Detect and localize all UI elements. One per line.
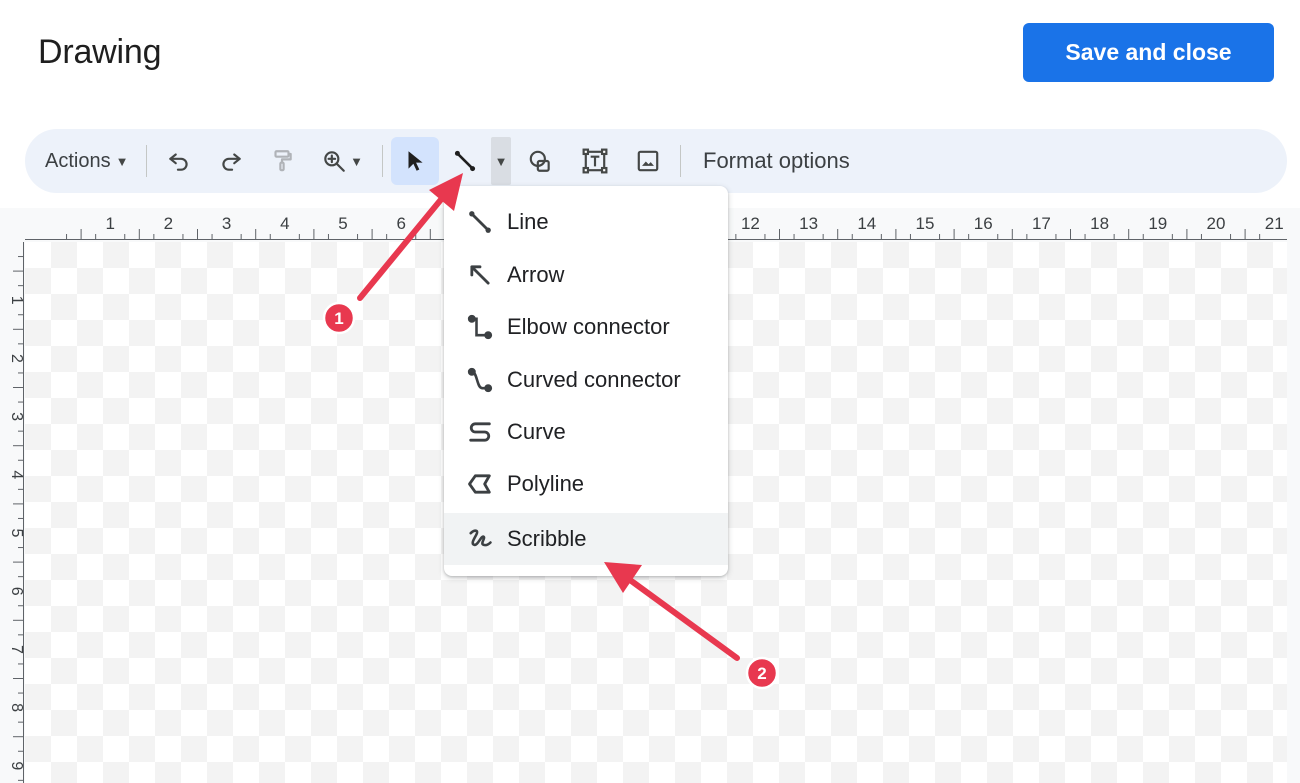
- toolbar-divider: [382, 145, 383, 177]
- chevron-down-icon: ▼: [350, 153, 363, 169]
- save-and-close-button[interactable]: Save and close: [1023, 23, 1274, 82]
- chevron-down-icon: ▼: [115, 153, 129, 169]
- elbow-connector-icon: [466, 313, 494, 341]
- toolbar-divider: [680, 145, 681, 177]
- ruler-label: 3: [222, 214, 231, 233]
- undo-button[interactable]: [159, 141, 199, 181]
- ruler-label: 2: [8, 354, 25, 363]
- line-type-menu: Line Arrow Elbow connector Curved connec…: [444, 186, 728, 576]
- ruler-label: 8: [8, 703, 25, 712]
- paint-format-button[interactable]: [262, 141, 302, 181]
- redo-button[interactable]: [211, 141, 251, 181]
- menu-item-curve[interactable]: Curve: [444, 406, 728, 458]
- menu-item-label: Elbow connector: [507, 314, 670, 339]
- image-tool-button[interactable]: [628, 141, 668, 181]
- menu-item-label: Polyline: [507, 471, 585, 496]
- ruler-label: 18: [1090, 214, 1109, 233]
- ruler-label: 12: [741, 214, 760, 233]
- menu-item-polyline[interactable]: Polyline: [444, 458, 728, 510]
- shape-tool-button[interactable]: [520, 141, 560, 181]
- zoom-in-icon: [324, 151, 345, 172]
- ruler-label: 20: [1207, 214, 1226, 233]
- toolbar-divider: [146, 145, 147, 177]
- text-box-icon: [582, 148, 608, 174]
- ruler-label: 19: [1148, 214, 1167, 233]
- ruler-label: 17: [1032, 214, 1051, 233]
- menu-item-label: Curve: [507, 419, 566, 444]
- ruler-label: 1: [8, 296, 25, 305]
- actions-label: Actions: [45, 149, 111, 172]
- curve-icon: [466, 418, 494, 446]
- menu-item-elbow-connector[interactable]: Elbow connector: [444, 301, 728, 353]
- paint-format-icon: [274, 150, 292, 172]
- select-tool-button[interactable]: [391, 137, 439, 185]
- menu-item-label: Line: [507, 209, 549, 234]
- toolbar: Actions ▼ ▼ ▼ Format options: [25, 129, 1287, 193]
- ruler-label: 9: [8, 761, 25, 770]
- menu-item-label: Curved connector: [507, 367, 681, 392]
- actions-menu-button[interactable]: Actions ▼: [45, 143, 128, 179]
- undo-icon: [169, 153, 188, 171]
- menu-item-scribble[interactable]: Scribble: [444, 513, 728, 565]
- vertical-ruler: 1 2 3 4 5 6 7 8 9: [8, 242, 25, 783]
- scribble-icon: [466, 525, 494, 553]
- ruler-label: 5: [8, 529, 25, 538]
- menu-item-curved-connector[interactable]: Curved connector: [444, 354, 728, 406]
- image-icon: [637, 150, 659, 172]
- ruler-label: 15: [916, 214, 935, 233]
- ruler-label: 13: [799, 214, 818, 233]
- ruler-label: 6: [396, 214, 405, 233]
- polyline-icon: [466, 470, 494, 498]
- ruler-label: 4: [8, 470, 25, 479]
- shape-icon: [529, 150, 550, 172]
- ruler-label: 3: [8, 412, 25, 421]
- ruler-label: 4: [280, 214, 289, 233]
- ruler-label: 14: [857, 214, 876, 233]
- menu-item-arrow[interactable]: Arrow: [444, 249, 728, 301]
- ruler-label: 16: [974, 214, 993, 233]
- ruler-label: 7: [8, 645, 25, 654]
- redo-icon: [222, 153, 241, 171]
- curved-connector-icon: [466, 366, 494, 394]
- ruler-label: 21: [1265, 214, 1284, 233]
- line-type-dropdown-button[interactable]: ▼: [491, 137, 511, 185]
- line-icon: [454, 150, 476, 172]
- ruler-label: 1: [105, 214, 114, 233]
- text-box-tool-button[interactable]: [575, 141, 615, 181]
- arrow-icon: [466, 261, 494, 289]
- ruler-label: 6: [8, 587, 25, 596]
- cursor-icon: [408, 151, 423, 171]
- menu-item-line[interactable]: Line: [444, 196, 728, 248]
- chevron-down-icon: ▼: [494, 153, 508, 169]
- ruler-label: 5: [338, 214, 347, 233]
- ruler-label: 2: [164, 214, 173, 233]
- zoom-button[interactable]: ▼: [315, 141, 369, 181]
- menu-item-label: Arrow: [507, 262, 565, 287]
- format-options-button[interactable]: Format options: [703, 143, 850, 179]
- line-icon: [466, 208, 494, 236]
- menu-item-label: Scribble: [507, 526, 587, 551]
- page-title: Drawing: [38, 33, 162, 71]
- line-tool-button[interactable]: [445, 141, 485, 181]
